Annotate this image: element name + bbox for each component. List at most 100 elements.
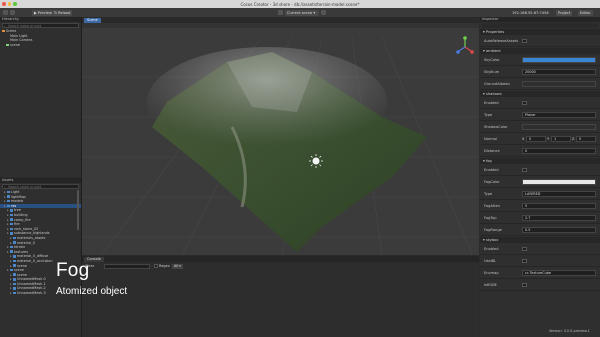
inspector-row: FogRange 0.5 (480, 225, 600, 236)
inspector-row: Distance 0 (480, 146, 600, 157)
inspector-row: Normal X 0 Y 1 Z 0 (480, 134, 600, 145)
inspector-row: SkyIllum 20000 (480, 67, 600, 78)
hierarchy-search-input[interactable]: ⌕ Search name or uuid (2, 23, 79, 28)
inspector-section[interactable]: ▾ fog (480, 158, 600, 164)
section-label: shadows (485, 92, 502, 96)
property-input[interactable]: 2.7 (522, 215, 596, 221)
orientation-gizmo-icon[interactable] (456, 36, 474, 54)
inspector-row: Enabled (480, 244, 600, 255)
inspector-title: Inspector (480, 17, 600, 22)
property-checkbox[interactable] (522, 258, 527, 263)
property-input[interactable]: 5 (522, 203, 596, 209)
property-checkbox[interactable] (522, 246, 527, 251)
property-label: Distance (484, 148, 500, 153)
inspector-section[interactable]: ▾ skybox (480, 237, 600, 243)
scene-toolbar (82, 23, 479, 28)
property-label: Type (484, 112, 493, 117)
rotate-tool-icon[interactable] (10, 10, 15, 15)
property-checkbox[interactable] (522, 38, 527, 43)
assets-search-input[interactable]: ⌕ Search name or uuid (2, 184, 79, 189)
property-input[interactable]: 0.5 (522, 227, 596, 233)
asset-item-label: material_0_occlusion (17, 258, 53, 263)
play-icon[interactable] (278, 10, 283, 15)
preview-button[interactable]: ▶ Preview (32, 9, 54, 16)
console-filter-input[interactable] (104, 264, 150, 269)
asset-item-label: Light (11, 190, 20, 194)
scene-icon (2, 29, 5, 33)
scene-canvas[interactable] (82, 17, 479, 255)
asset-item-label: material_0 (17, 240, 36, 245)
property-label: GroundAlbedo (484, 81, 510, 86)
asset-item-label: scene (14, 268, 24, 273)
refresh-icon[interactable] (321, 10, 326, 15)
property-input[interactable]: cc.TextureCube (522, 270, 596, 276)
node-icon (6, 43, 9, 47)
asset-item-label: materials_assets (17, 235, 46, 240)
color-swatch[interactable] (522, 124, 596, 130)
vector-x-input[interactable]: 0 (526, 136, 546, 142)
folder-icon (13, 273, 16, 276)
search-icon: ⌕ (4, 24, 6, 28)
hierarchy-tree: Scene Main Light Main Camera scene (0, 29, 81, 47)
assets-scrollbar[interactable] (77, 190, 79, 230)
reload-button[interactable]: ↻ Reload (52, 9, 73, 16)
inspector-section[interactable]: ▾ ambient (480, 48, 600, 54)
asset-item-label: textures (14, 249, 29, 254)
inspector-row: Type Planar (480, 110, 600, 121)
folder-icon (13, 241, 16, 244)
asset-item-label: lightMap (11, 194, 26, 199)
color-swatch[interactable] (522, 81, 596, 87)
property-label: Enabled (484, 167, 499, 172)
scene-select[interactable]: Current scene ▾ (285, 9, 319, 16)
console-panel: Console Clear Regex All ▾ (82, 256, 479, 337)
property-input[interactable]: 0 (522, 148, 596, 154)
inspector-section[interactable]: ▾ shadows (480, 91, 600, 97)
property-checkbox[interactable] (522, 282, 527, 287)
editor-button[interactable]: Editor (578, 9, 593, 16)
asset-item-label: scene (17, 263, 27, 268)
tree-item[interactable]: scene (0, 43, 81, 48)
property-label: IsRGBE (484, 282, 497, 287)
asset-item-label: rock_stone_02 (14, 226, 39, 231)
property-label: FogTop (484, 215, 497, 220)
regex-label: Regex (159, 264, 170, 268)
property-label: AutoReleaseAssets (484, 38, 519, 43)
scene-view[interactable]: Scene (82, 17, 479, 255)
axis-label: Y (547, 136, 550, 141)
inspector-row: FogColor (480, 177, 600, 188)
property-input[interactable]: LAYERED (522, 191, 596, 197)
section-label: ambient (485, 49, 501, 53)
color-swatch[interactable] (522, 57, 596, 63)
folder-icon (13, 287, 16, 290)
log-level-select[interactable]: All ▾ (172, 264, 183, 269)
move-tool-icon[interactable] (3, 10, 8, 15)
asset-item-label: UnnamedMesh-1 (17, 281, 46, 286)
asset-item-label: res (11, 203, 17, 208)
folder-icon (10, 218, 13, 221)
folder-icon (13, 259, 16, 263)
tree-item-label: Main Light (10, 33, 28, 38)
vector-z-input[interactable]: 0 (576, 136, 596, 142)
inspector-row: Envmap cc.TextureCube (480, 268, 600, 279)
color-swatch[interactable] (522, 179, 596, 185)
regex-checkbox[interactable] (154, 264, 158, 268)
project-button[interactable]: Project (556, 9, 573, 16)
folder-icon (7, 195, 10, 198)
folder-icon (10, 222, 13, 226)
asset-item-label: camp_fire (14, 217, 31, 222)
property-input[interactable]: 20000 (522, 69, 596, 75)
inspector-row: Type LAYERED (480, 189, 600, 200)
tree-item-label: Scene (6, 29, 17, 33)
property-checkbox[interactable] (522, 100, 527, 105)
folder-icon (10, 268, 13, 272)
asset-item-label: material_0_diffuse (17, 254, 49, 259)
property-input[interactable]: Planar (522, 112, 596, 118)
asset-item-label: UnnamedMesh-3 (17, 291, 46, 296)
property-label: Enabled (484, 246, 499, 251)
vector-y-input[interactable]: 1 (551, 136, 571, 142)
tab-scene[interactable]: Scene (84, 17, 101, 23)
property-checkbox[interactable] (522, 167, 527, 172)
property-label: Envmap (484, 270, 499, 275)
inspector-section[interactable]: ▾ Properties (480, 29, 600, 35)
search-icon: ⌕ (4, 185, 6, 189)
